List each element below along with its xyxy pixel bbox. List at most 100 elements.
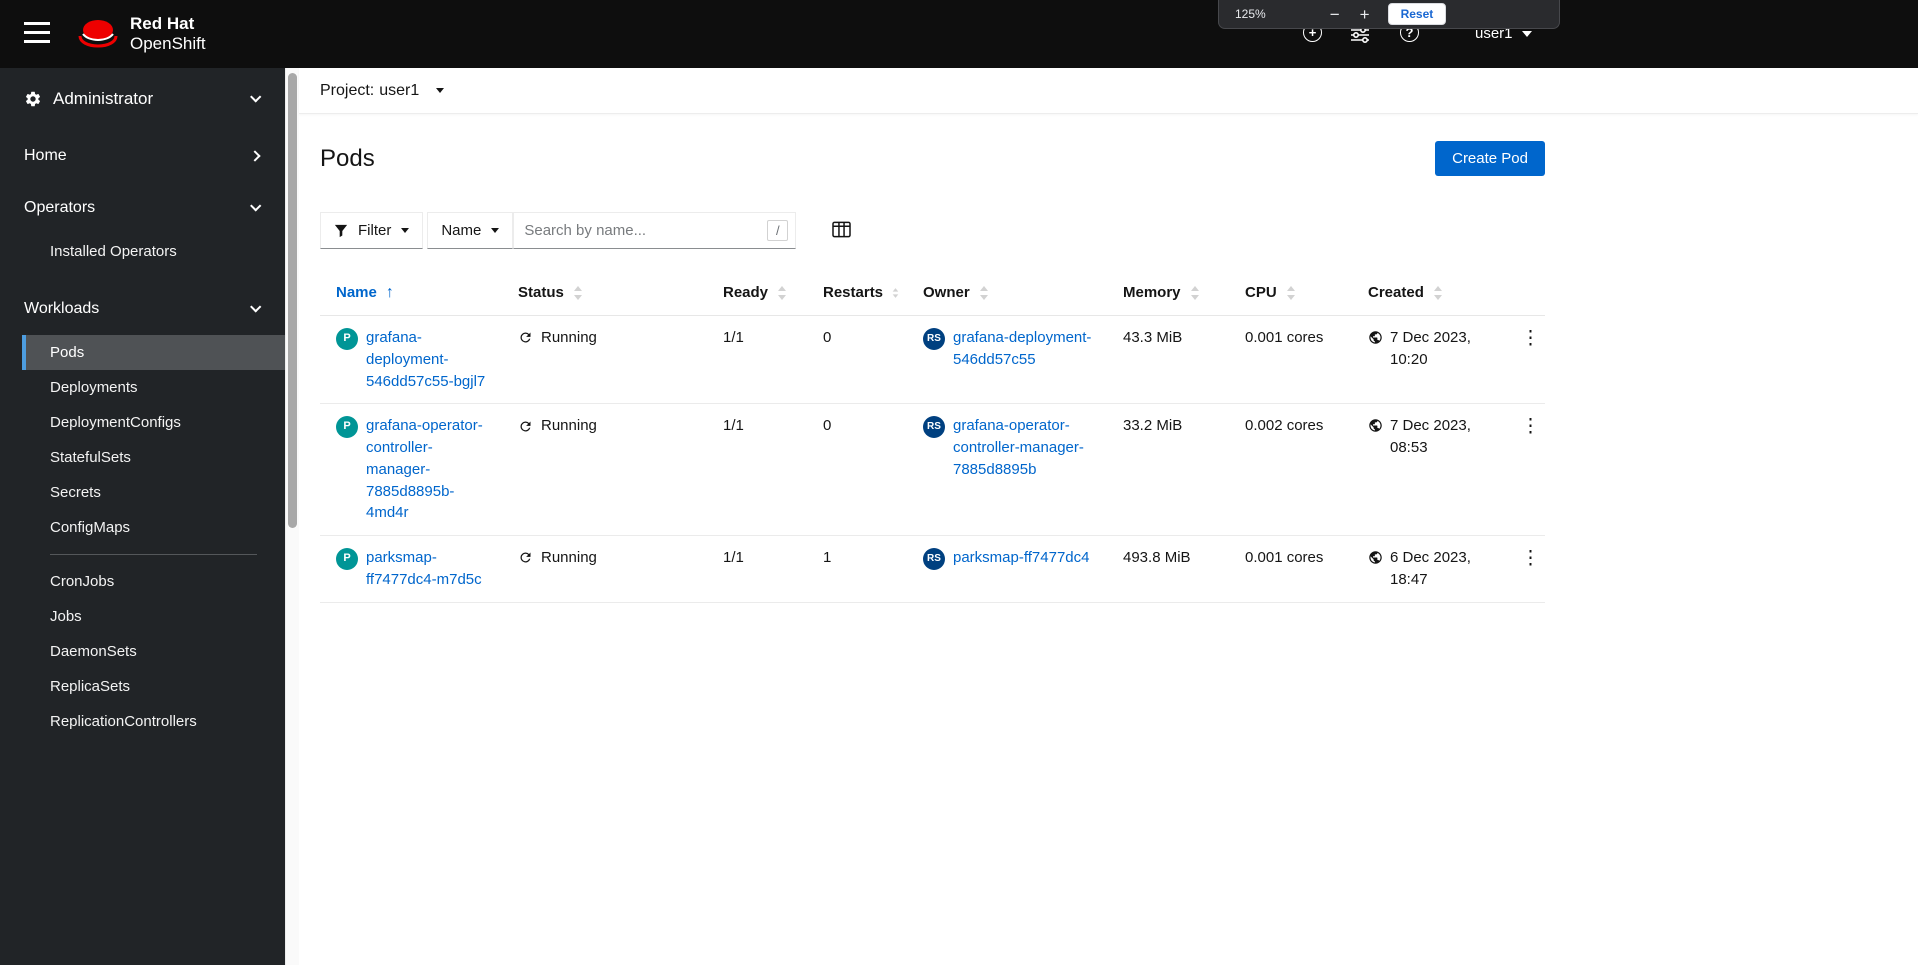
- filter-dropdown[interactable]: Filter: [320, 212, 424, 249]
- chevron-down-icon: [1521, 30, 1532, 37]
- replicaset-badge: RS: [923, 548, 945, 570]
- project-selector[interactable]: Project: user1: [320, 81, 445, 100]
- nav-divider: [50, 554, 257, 555]
- column-header-memory[interactable]: Memory: [1107, 274, 1229, 316]
- sidebar-item-daemonsets[interactable]: DaemonSets: [22, 634, 285, 669]
- kebab-menu-button[interactable]: ⋮: [1513, 415, 1548, 438]
- nav-label: Workloads: [24, 300, 100, 317]
- create-pod-button[interactable]: Create Pod: [1435, 141, 1545, 176]
- shortcut-hint: /: [767, 220, 789, 241]
- main-content: Project: user1 Pods Create Pod Filter Na…: [299, 68, 1918, 965]
- cpu-value: 0.002 cores: [1245, 417, 1324, 435]
- sidebar-item-statefulsets[interactable]: StatefulSets: [22, 440, 285, 475]
- pod-link[interactable]: parksmap-ff7477dc4-m7d5c: [366, 547, 494, 591]
- filter-label: Filter: [358, 222, 392, 239]
- sidebar-item-pods[interactable]: Pods: [22, 335, 285, 370]
- zoom-reset-button[interactable]: Reset: [1387, 3, 1447, 25]
- column-header-ready[interactable]: Ready: [707, 274, 807, 316]
- search-box: /: [513, 212, 797, 249]
- pod-badge: P: [336, 328, 358, 350]
- kebab-menu-button[interactable]: ⋮: [1513, 547, 1548, 570]
- filter-icon: [334, 224, 348, 237]
- sidebar-item-replicationcontrollers[interactable]: ReplicationControllers: [22, 704, 285, 739]
- menu-icon[interactable]: [22, 20, 52, 45]
- sidebar-item-deployments[interactable]: Deployments: [22, 370, 285, 405]
- sidebar-item-replicasets[interactable]: ReplicaSets: [22, 669, 285, 704]
- table-row: Pgrafana-deployment-546dd57c55-bgjl7 Run…: [320, 315, 1548, 405]
- sidebar-item-jobs[interactable]: Jobs: [22, 599, 285, 634]
- page-title: Pods: [320, 144, 375, 172]
- operators-subnav: Installed Operators: [22, 234, 285, 269]
- restarts-value: 0: [823, 329, 832, 346]
- workloads-subnav: Pods Deployments DeploymentConfigs State…: [22, 335, 285, 739]
- sidebar-item-home[interactable]: Home: [0, 130, 285, 182]
- project-value: user1: [379, 81, 420, 99]
- sort-icon: [778, 285, 787, 300]
- cpu-value: 0.001 cores: [1245, 329, 1324, 346]
- status-text: Running: [541, 417, 597, 435]
- page-header: Pods Create Pod: [299, 114, 1545, 176]
- pods-table: Name ↑ Status Ready Restarts Owner Memory: [320, 274, 1545, 603]
- sidebar-item-deploymentconfigs[interactable]: DeploymentConfigs: [22, 405, 285, 440]
- attribute-dropdown[interactable]: Name: [427, 212, 514, 249]
- memory-value: 493.8 MiB: [1123, 549, 1191, 566]
- project-label: Project:: [320, 81, 375, 99]
- sidebar-item-installed-operators[interactable]: Installed Operators: [22, 234, 285, 269]
- attribute-label: Name: [441, 222, 482, 239]
- pod-badge: P: [336, 416, 358, 439]
- caret-down-icon: [401, 228, 410, 233]
- search-input[interactable]: [513, 212, 797, 249]
- brand-text: Red Hat OpenShift: [130, 14, 206, 54]
- scrollbar-thumb[interactable]: [288, 73, 297, 528]
- perspective-switcher[interactable]: Administrator: [0, 68, 285, 130]
- sidebar-item-configmaps[interactable]: ConfigMaps: [22, 510, 285, 545]
- redhat-hat-icon: [78, 20, 118, 48]
- sidebar: Administrator Home Operators Installed O…: [0, 68, 285, 965]
- sliders-icon[interactable]: [1350, 26, 1370, 47]
- chevron-right-icon: [249, 150, 261, 162]
- column-header-name[interactable]: Name ↑: [320, 274, 502, 316]
- column-header-restarts[interactable]: Restarts: [807, 274, 907, 316]
- column-header-cpu[interactable]: CPU: [1229, 274, 1352, 316]
- sort-icon: [1190, 285, 1199, 300]
- nav-label: Operators: [24, 199, 96, 216]
- column-header-status[interactable]: Status: [502, 274, 707, 316]
- created-value: 7 Dec 2023, 08:53: [1390, 417, 1471, 456]
- pod-badge: P: [336, 548, 358, 570]
- replicaset-badge: RS: [923, 328, 945, 350]
- table-columns-icon: [832, 221, 852, 237]
- sync-icon: [520, 332, 531, 343]
- column-header-owner[interactable]: Owner: [907, 274, 1107, 316]
- masthead: Red Hat OpenShift + ? user1 125% − + Res…: [0, 0, 1918, 68]
- table-row: Pparksmap-ff7477dc4-m7d5c Running 1/1 1 …: [320, 535, 1548, 603]
- pod-link[interactable]: grafana-operator-controller-manager-7885…: [366, 415, 494, 524]
- owner-link[interactable]: parksmap-ff7477dc4: [953, 547, 1089, 570]
- owner-link[interactable]: grafana-operator-controller-manager-7885…: [953, 415, 1099, 480]
- pod-link[interactable]: grafana-deployment-546dd57c55-bgjl7: [366, 327, 494, 392]
- memory-value: 33.2 MiB: [1123, 417, 1183, 435]
- sidebar-item-workloads[interactable]: Workloads: [0, 283, 285, 335]
- replicaset-badge: RS: [923, 416, 945, 439]
- globe-icon: [1369, 419, 1382, 432]
- memory-value: 43.3 MiB: [1123, 329, 1183, 346]
- kebab-menu-button[interactable]: ⋮: [1513, 327, 1548, 350]
- sidebar-item-operators[interactable]: Operators: [0, 182, 285, 234]
- sort-icon: [979, 285, 988, 300]
- project-bar: Project: user1: [299, 68, 1918, 114]
- column-header-created[interactable]: Created: [1352, 274, 1497, 316]
- sidebar-scrollbar[interactable]: [285, 68, 299, 965]
- status-text: Running: [541, 329, 597, 346]
- sidebar-item-cronjobs[interactable]: CronJobs: [22, 564, 285, 599]
- zoom-in-button[interactable]: +: [1356, 6, 1374, 23]
- manage-columns-button[interactable]: [828, 217, 855, 245]
- sync-icon: [520, 552, 531, 563]
- created-value: 7 Dec 2023, 10:20: [1390, 329, 1471, 368]
- brand-line1: Red Hat: [130, 14, 195, 33]
- zoom-out-button[interactable]: −: [1326, 6, 1344, 23]
- cpu-value: 0.001 cores: [1245, 549, 1324, 566]
- redhat-openshift-logo[interactable]: Red Hat OpenShift: [76, 14, 206, 54]
- sidebar-item-secrets[interactable]: Secrets: [22, 475, 285, 510]
- sort-icon: [892, 287, 899, 298]
- owner-link[interactable]: grafana-deployment-546dd57c55: [953, 327, 1099, 371]
- column-header-actions: [1497, 274, 1545, 316]
